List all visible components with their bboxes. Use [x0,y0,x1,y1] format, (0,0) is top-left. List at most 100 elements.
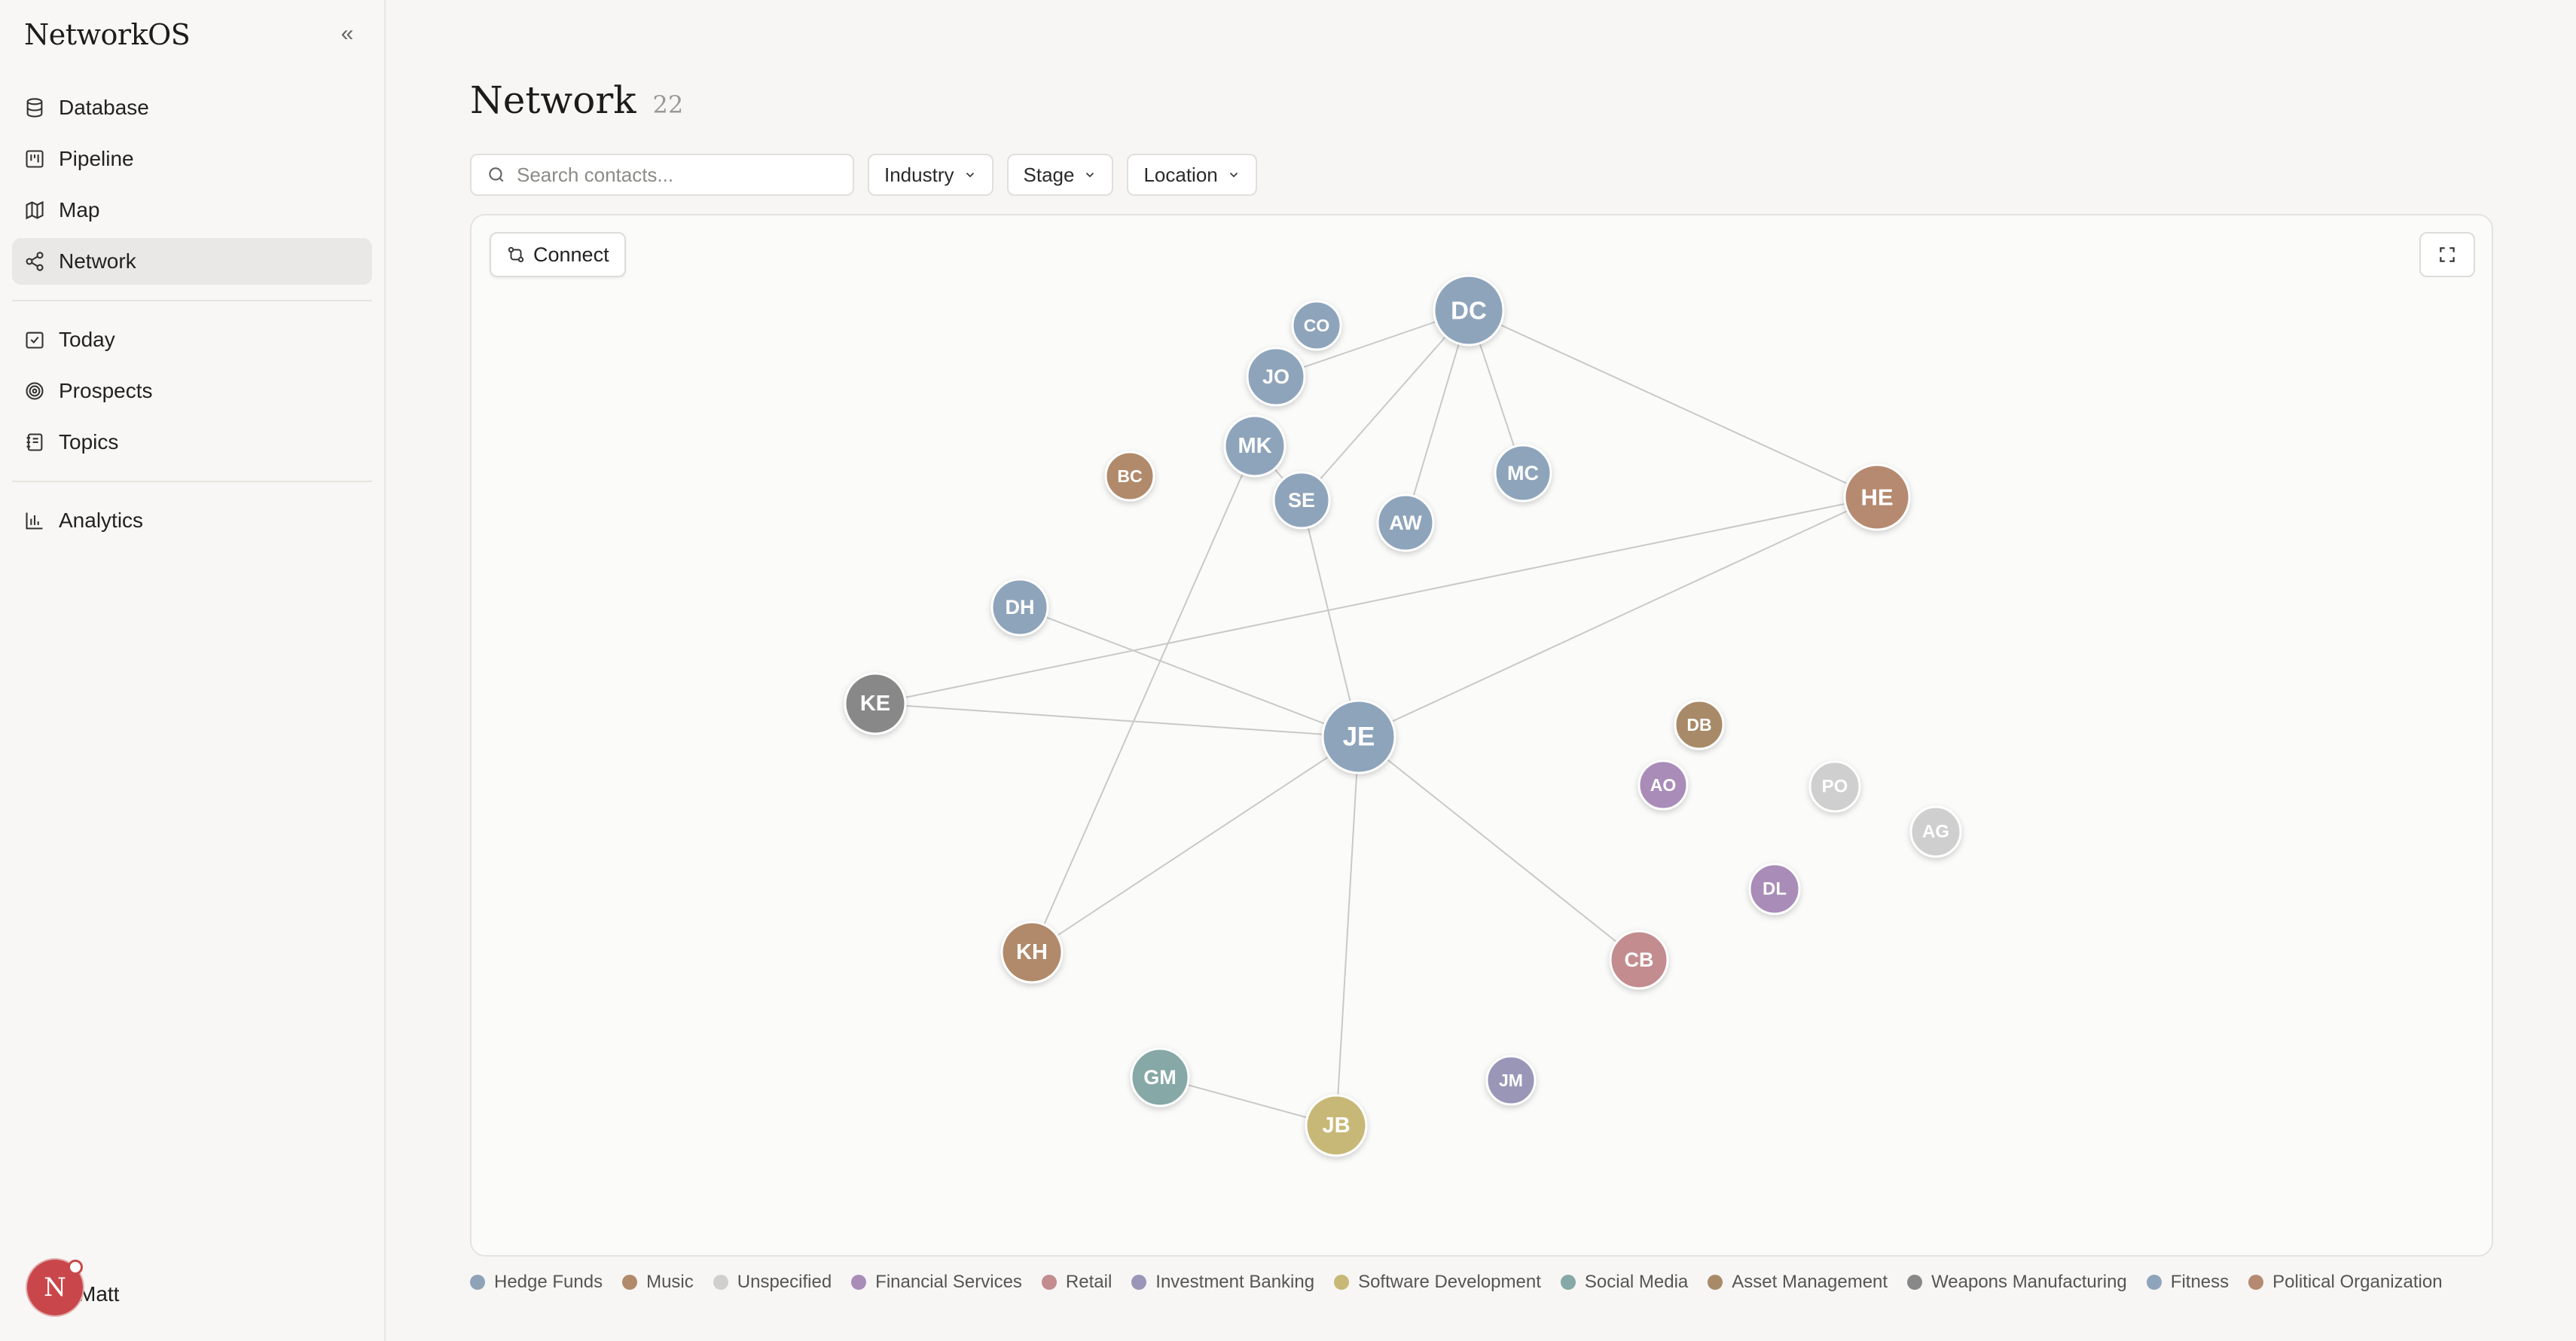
legend-dot [1334,1275,1350,1290]
node-je[interactable]: JE [1321,699,1396,774]
connect-button[interactable]: Connect [490,232,626,277]
node-jo[interactable]: JO [1246,347,1306,407]
node-label: CB [1625,948,1654,971]
node-dl[interactable]: DL [1748,863,1801,915]
node-label: JB [1322,1113,1350,1138]
sidebar-item-label: Analytics [59,509,144,532]
node-bc[interactable]: BC [1104,451,1155,502]
chevron-down-icon [966,173,974,178]
industry-filter-label: Industry [884,163,954,186]
search-icon [489,167,504,182]
avatar-initial: N [44,1272,66,1303]
legend-dot [2248,1275,2264,1290]
sidebar-item-network[interactable]: Network [12,238,372,285]
node-po[interactable]: PO [1808,760,1861,813]
search-box[interactable] [470,154,854,196]
legend-label: Fitness [2170,1272,2230,1292]
legend-dot [1041,1275,1057,1290]
node-dc[interactable]: DC [1433,274,1505,347]
maximize-icon [2440,247,2455,262]
sidebar-item-label: Topics [59,430,119,454]
node-label: MC [1507,462,1539,484]
node-kh[interactable]: KH [1000,921,1064,984]
user-menu[interactable]: N Matt [27,1260,119,1315]
node-label: GM [1143,1066,1177,1089]
industry-filter[interactable]: Industry [868,154,993,196]
node-gm[interactable]: GM [1130,1047,1190,1107]
calendar-check-icon [26,331,44,349]
node-label: HE [1860,484,1893,511]
node-label: MK [1238,434,1271,458]
sidebar-nav: Database Pipeline Map Network Today Pros… [12,84,372,548]
sidebar-item-database[interactable]: Database [12,84,372,131]
network-graph[interactable]: DC CO JO MK SE AW MC BC HE DH KE JE DB AO PO AG DL CB KH GM… [472,215,2492,1255]
app-title: NetworkOS [24,18,191,51]
connect-icon [508,246,524,263]
legend-dot [470,1275,485,1290]
node-cb[interactable]: CB [1609,930,1669,990]
legend-item: Music [622,1272,694,1293]
connect-label: Connect [533,243,609,266]
network-graph-canvas[interactable]: DC CO JO MK SE AW MC BC HE DH KE JE DB AO PO AG DL CB KH GM… [470,214,2493,1257]
node-mc[interactable]: MC [1494,444,1552,502]
sidebar-item-pipeline[interactable]: Pipeline [12,136,372,182]
sidebar-item-label: Network [59,249,136,273]
node-label: SE [1288,489,1315,512]
legend-item: Retail [1041,1272,1112,1293]
divider [12,300,372,301]
node-label: JE [1343,722,1375,752]
node-jb[interactable]: JB [1305,1094,1368,1157]
node-db[interactable]: DB [1674,699,1725,750]
node-label: PO [1822,777,1848,797]
divider [12,481,372,482]
sidebar-item-topics[interactable]: Topics [12,419,372,466]
edge-je-cb [1358,736,1640,961]
node-mk[interactable]: MK [1223,414,1286,478]
node-label: KE [860,692,890,716]
bar-chart-icon [26,512,43,530]
sidebar-item-label: Map [59,198,100,221]
edge-mk-kh [1031,445,1256,953]
search-input[interactable] [515,162,835,188]
sidebar-item-prospects[interactable]: Prospects [12,368,372,414]
legend-label: Unspecified [737,1272,832,1292]
kanban-icon [26,150,44,168]
node-ke[interactable]: KE [844,672,907,735]
sidebar-item-map[interactable]: Map [12,187,372,234]
sidebar-item-label: Database [59,96,149,119]
chevrons-left-icon[interactable]: « [336,23,359,45]
node-label: AW [1389,512,1422,534]
legend-item: Social Media [1560,1272,1688,1293]
node-co[interactable]: CO [1291,300,1342,351]
sidebar-item-analytics[interactable]: Analytics [12,497,372,544]
filter-bar: Industry Stage Location [470,154,1257,196]
legend-dot [622,1275,638,1290]
avatar[interactable]: N [27,1260,83,1315]
sidebar: NetworkOS « Database Pipeline Map Networ… [0,0,386,1341]
location-filter[interactable]: Location [1127,154,1257,196]
legend-dot [1708,1275,1723,1290]
node-ag[interactable]: AG [1909,805,1962,858]
node-ao[interactable]: AO [1637,759,1689,811]
legend-item: Asset Management [1708,1272,1888,1293]
node-dh[interactable]: DH [990,578,1049,637]
node-aw[interactable]: AW [1376,493,1435,552]
node-he[interactable]: HE [1843,463,1911,531]
stage-filter[interactable]: Stage [1006,154,1114,196]
node-label: KH [1016,940,1048,964]
legend-label: Financial Services [875,1272,1022,1292]
fullscreen-button[interactable] [2419,232,2475,277]
node-label: BC [1117,466,1142,486]
database-icon [26,98,43,118]
page-header: Network 22 [470,78,683,122]
node-label: AG [1922,822,1949,842]
legend-label: Hedge Funds [494,1272,603,1292]
legend-dot [1907,1275,1923,1290]
node-jm[interactable]: JM [1485,1055,1537,1106]
node-label: DB [1686,715,1711,735]
node-se[interactable]: SE [1272,471,1331,530]
legend-item: Hedge Funds [470,1272,603,1293]
edge-he-je [1358,496,1878,738]
legend-item: Fitness [2146,1272,2230,1293]
sidebar-item-today[interactable]: Today [12,316,372,363]
